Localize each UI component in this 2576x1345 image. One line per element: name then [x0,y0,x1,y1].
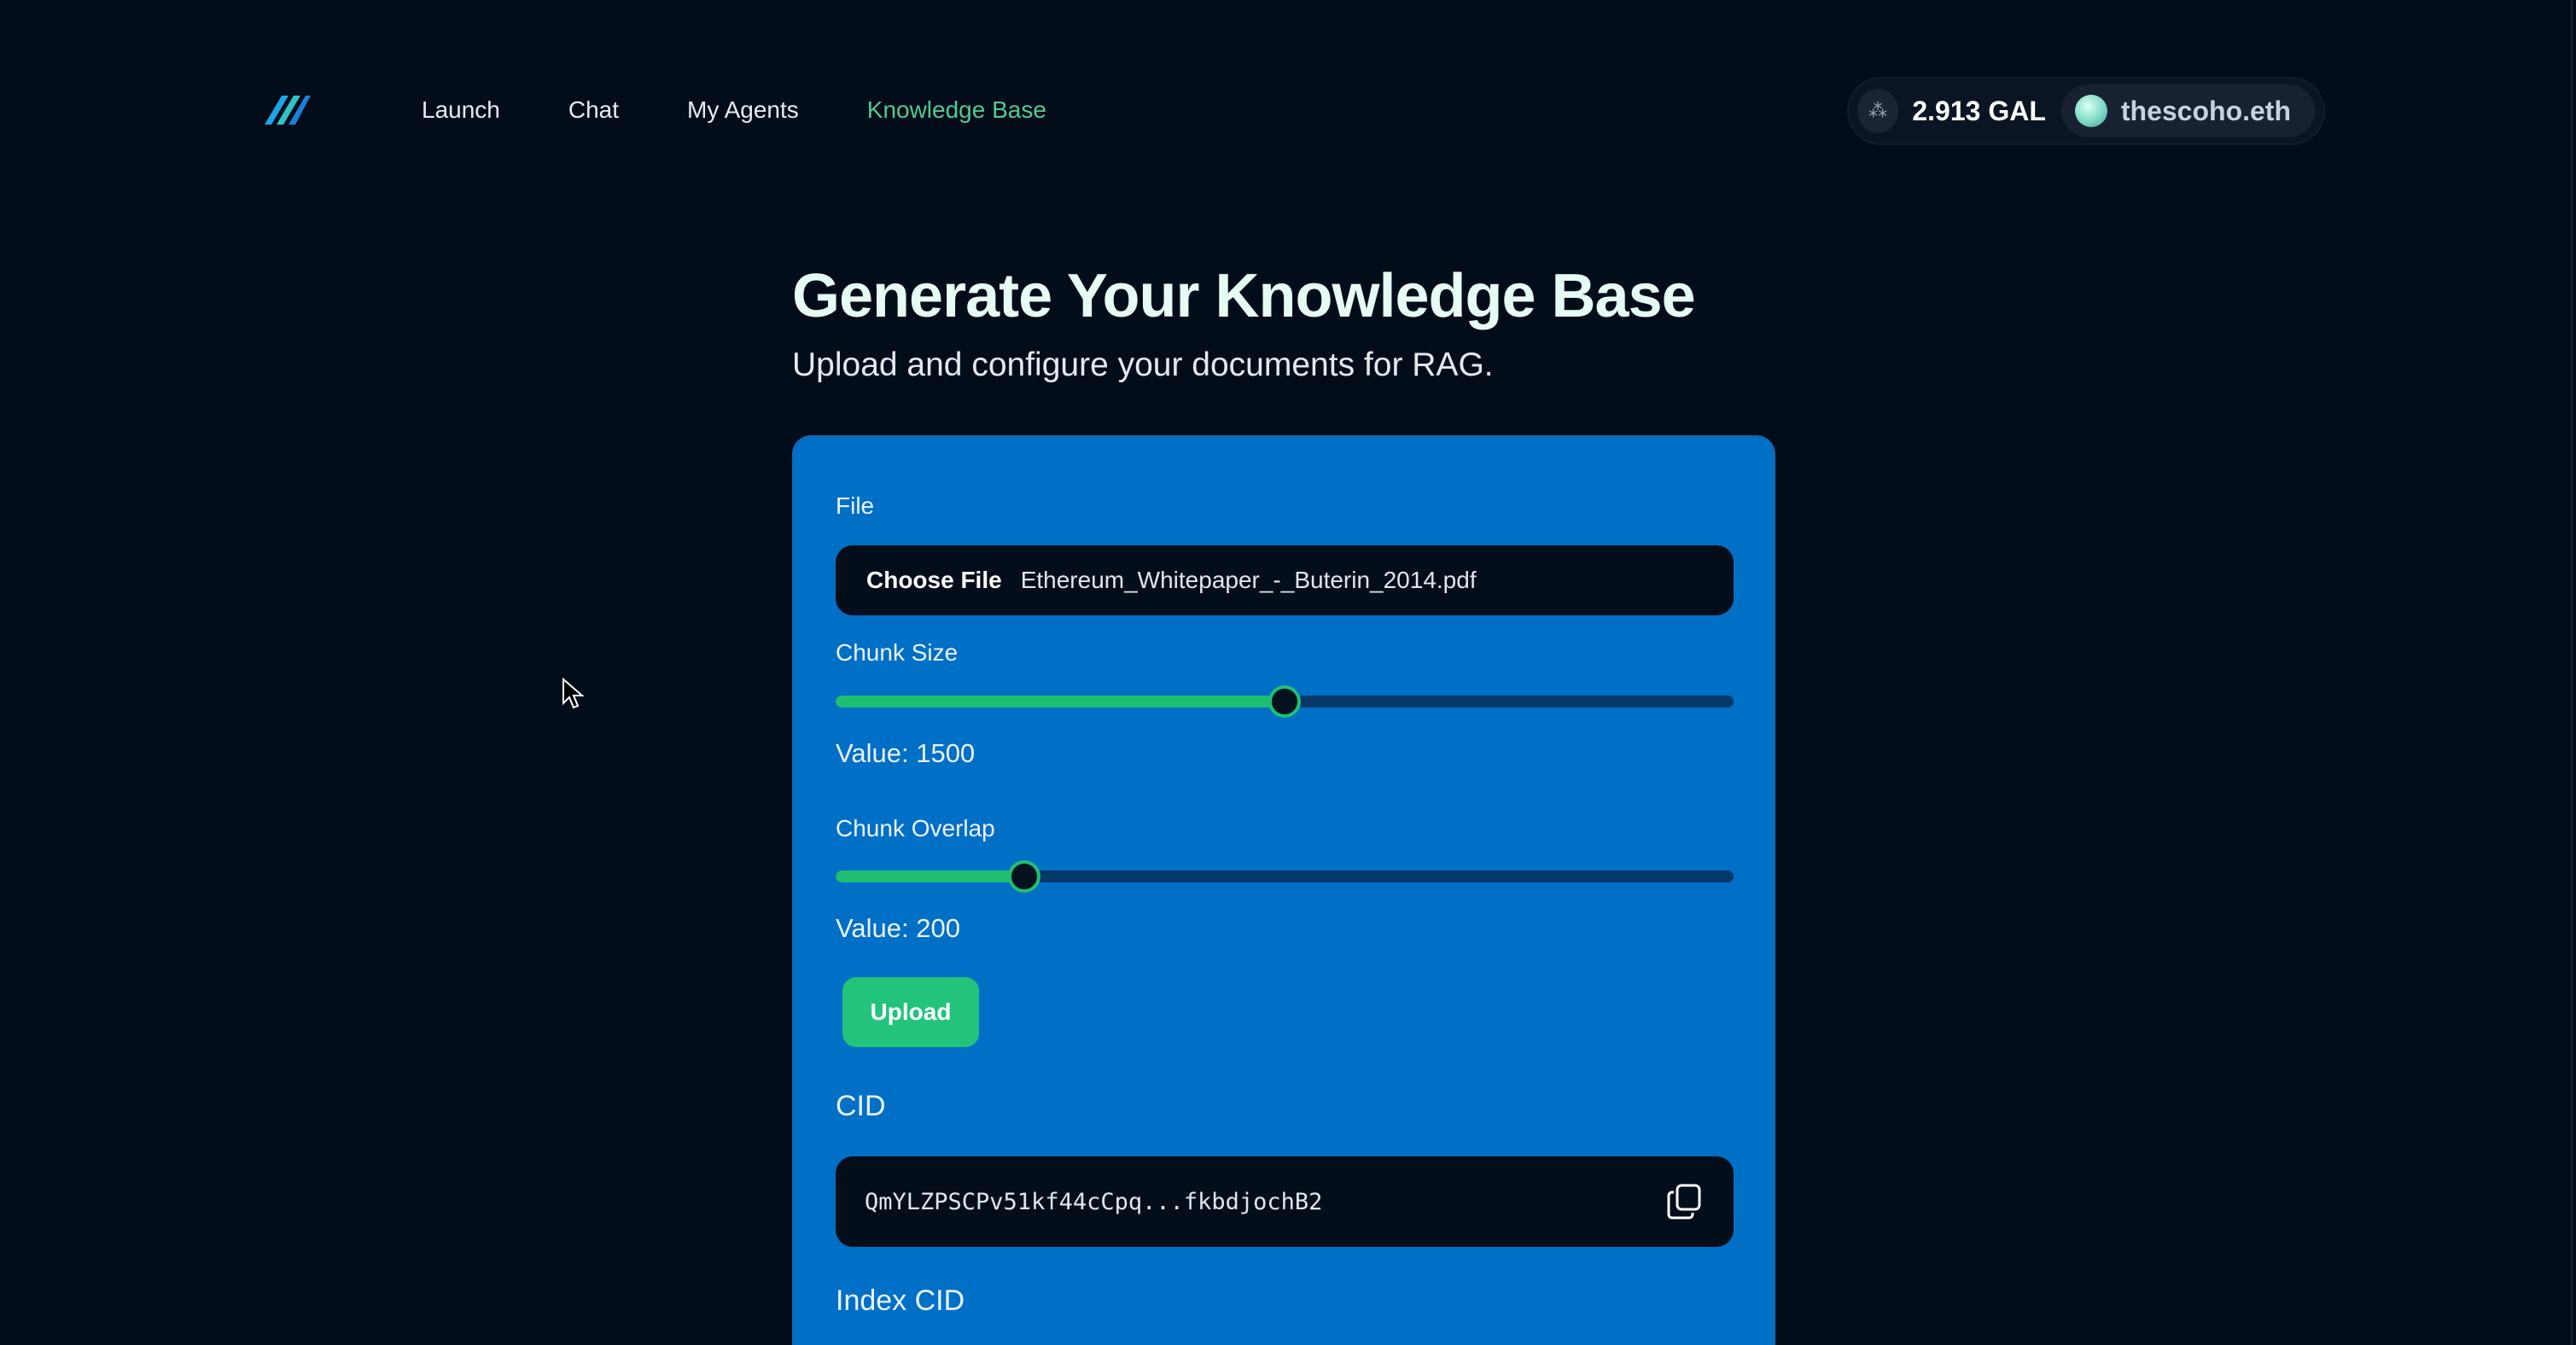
nav-links: Launch Chat My Agents Knowledge Base [422,92,1115,128]
file-input[interactable]: Choose File Ethereum_Whitepaper_-_Buteri… [836,545,1734,615]
slider-track [836,870,1734,882]
chunk-size-value: Value: 1500 [836,738,976,768]
slider-handle[interactable] [1007,860,1040,893]
cid-label: CID [836,1090,886,1122]
cid-field[interactable]: QmYLZPSCPv51kf44cCpq...fkbdjochB2 [836,1156,1734,1247]
cid-value: QmYLZPSCPv51kf44cCpq...fkbdjochB2 [865,1188,1323,1215]
avatar [2074,95,2107,127]
account-name: thescoho.eth [2120,95,2291,126]
nav-link-chat[interactable]: Chat [568,96,619,124]
page: Launch Chat My Agents Knowledge Base ⁂ 2… [0,0,2576,1345]
slider-fill [836,696,1285,707]
chunk-overlap-slider[interactable] [836,859,1734,893]
page-title: Generate Your Knowledge Base [792,262,1696,330]
file-label: File [836,492,875,519]
chunk-size-slider[interactable] [836,684,1734,718]
logo-icon[interactable] [256,92,311,128]
page-subtitle: Upload and configure your documents for … [792,346,1494,383]
wallet-balance: 2.913 GAL [1912,95,2046,126]
choose-file-button[interactable]: Choose File [866,567,1002,594]
chunk-overlap-value: Value: 200 [836,913,960,943]
slider-handle[interactable] [1268,685,1301,718]
selected-file-name: Ethereum_Whitepaper_-_Buterin_2014.pdf [1020,567,1477,593]
scrollbar-edge [2571,0,2573,1345]
slider-fill [836,870,1024,882]
index-cid-label: Index CID [836,1284,965,1317]
nav-link-knowledge-base[interactable]: Knowledge Base [867,96,1046,124]
chunk-overlap-label: Chunk Overlap [836,815,995,841]
wallet-widget[interactable]: ⁂ 2.913 GAL thescoho.eth [1847,77,2325,145]
nav-link-launch[interactable]: Launch [422,96,500,124]
account-button[interactable]: thescoho.eth [2060,84,2315,137]
nav-link-my-agents[interactable]: My Agents [687,96,799,124]
mouse-cursor-icon [562,678,585,709]
knowledge-base-form: File Choose File Ethereum_Whitepaper_-_B… [792,435,1775,1345]
chunk-size-label: Chunk Size [836,639,959,666]
copy-icon[interactable] [1665,1182,1705,1221]
upload-button[interactable]: Upload [842,977,979,1047]
top-nav: Launch Chat My Agents Knowledge Base ⁂ 2… [0,0,2576,222]
network-icon: ⁂ [1857,89,1899,133]
